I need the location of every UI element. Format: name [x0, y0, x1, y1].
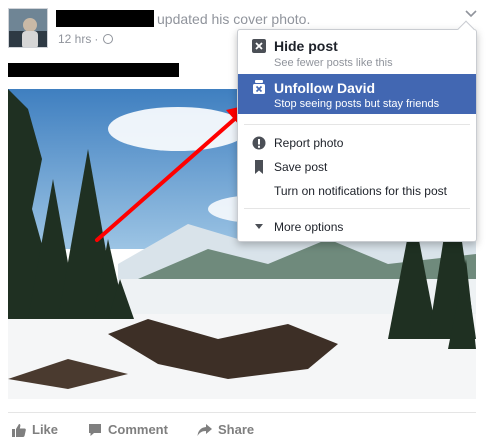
notifications-label: Turn on notifications for this post	[274, 184, 447, 198]
unfollow-subtitle: Stop seeing posts but stay friends	[274, 98, 440, 110]
report-photo-label: Report photo	[274, 136, 344, 150]
comment-button[interactable]: Comment	[88, 422, 168, 437]
post-options-menu: Hide post See fewer posts like this Unfo…	[237, 20, 477, 242]
comment-label: Comment	[108, 422, 168, 437]
bookmark-icon	[255, 160, 263, 174]
unfollow-icon	[253, 80, 265, 94]
more-options-label: More options	[274, 220, 344, 234]
hide-post-subtitle: See fewer posts like this	[274, 57, 393, 69]
share-button[interactable]: Share	[197, 422, 254, 437]
report-icon	[252, 136, 266, 150]
unfollow-title: Unfollow David	[274, 80, 376, 96]
close-box-icon	[252, 39, 266, 53]
share-icon	[197, 423, 212, 436]
like-button[interactable]: Like	[12, 422, 58, 437]
like-label: Like	[32, 422, 59, 437]
post-action-bar: Like Comment Share	[8, 412, 476, 438]
menu-item-notifications[interactable]: Turn on notifications for this post	[238, 180, 476, 202]
menu-divider	[244, 208, 470, 209]
thumbs-up-icon	[12, 423, 26, 437]
menu-item-report-photo[interactable]: Report photo	[238, 132, 476, 154]
caret-down-icon	[255, 224, 263, 229]
save-post-label: Save post	[274, 160, 328, 174]
menu-item-unfollow[interactable]: Unfollow David Stop seeing posts but sta…	[238, 74, 476, 114]
menu-item-save-post[interactable]: Save post	[238, 156, 476, 178]
hide-post-title: Hide post	[274, 38, 338, 54]
menu-item-hide-post[interactable]: Hide post See fewer posts like this	[238, 36, 476, 74]
menu-item-more-options[interactable]: More options	[238, 216, 476, 238]
menu-divider	[244, 124, 470, 125]
share-label: Share	[218, 422, 255, 437]
comment-icon	[89, 423, 101, 436]
